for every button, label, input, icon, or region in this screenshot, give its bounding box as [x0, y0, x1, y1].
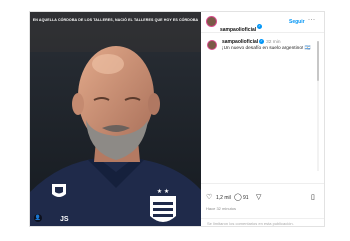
comment-avatar[interactable]	[207, 40, 217, 50]
more-options-icon[interactable]: ···	[308, 17, 316, 23]
comments-count: 91	[243, 195, 249, 201]
comments-limited-notice: Se limitaron los comentarios en esta pub…	[207, 221, 294, 226]
verified-icon: ✓	[259, 39, 265, 45]
comment-time: 32 min	[266, 40, 281, 45]
caption-comment: sampaolioficial ✓ 32 min ¡Un nuevo desafío…	[222, 39, 316, 52]
svg-text:JS: JS	[60, 216, 69, 223]
post-photo[interactable]: ★ ★ JS C.A.T. EN AQUELLA CÓRDOBA DE LOS …	[30, 12, 201, 226]
likes-count: 1,2 mil	[216, 195, 231, 201]
instagram-post: ★ ★ JS C.A.T. EN AQUELLA CÓRDOBA DE LOS …	[29, 11, 325, 227]
like-icon[interactable]: ♡	[206, 194, 212, 201]
follow-button[interactable]: Seguir	[289, 19, 305, 25]
comment-text: ¡Un nuevo desafío en suelo argentino! 🇦🇷	[222, 46, 311, 51]
post-timestamp: Hace 32 minutos	[206, 206, 237, 211]
photo-caption: EN AQUELLA CÓRDOBA DE LOS TALLERES, NACI…	[32, 18, 199, 22]
comment-input-area: Se limitaron los comentarios en esta pub…	[201, 218, 324, 228]
post-actions: ♡ 1,2 mil ◯ 91 ▽ ▯ Hace 32 minutos Se li…	[201, 183, 324, 227]
comments-scroll-thumb[interactable]	[317, 41, 319, 81]
save-icon[interactable]: ▯	[311, 194, 315, 201]
post-photo-image: ★ ★ JS C.A.T.	[30, 12, 201, 226]
verified-icon: ✓	[257, 24, 263, 30]
comment-area	[201, 33, 324, 183]
post-sidebar: sampaolioficial✓ Seguir ··· sampaoliofic…	[201, 12, 324, 226]
post-header: sampaolioficial✓ Seguir ···	[201, 12, 324, 33]
comment-username[interactable]: sampaolioficial	[222, 39, 258, 45]
comment-icon[interactable]: ◯	[234, 194, 242, 201]
tagged-user-icon[interactable]: 👤	[34, 214, 42, 222]
share-icon[interactable]: ▽	[256, 194, 261, 201]
avatar[interactable]	[206, 16, 217, 27]
svg-text:C.A.T.: C.A.T.	[159, 192, 167, 196]
